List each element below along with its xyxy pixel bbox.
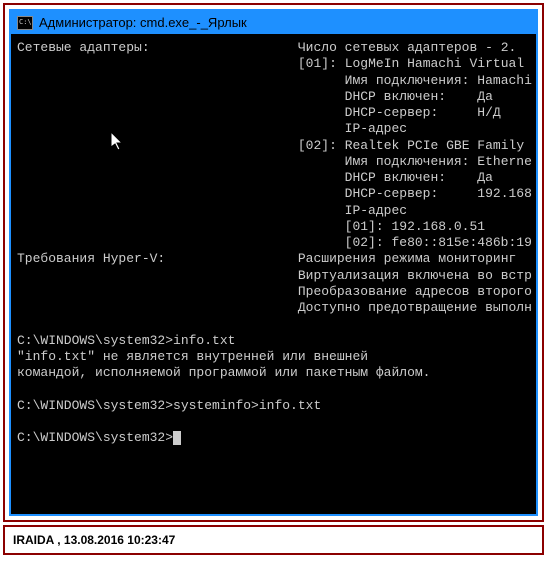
cmd-icon <box>17 16 33 30</box>
terminal-text: Сетевые адаптеры: Число сетевых адаптеро… <box>17 40 532 446</box>
titlebar[interactable]: Администратор: cmd.exe_-_Ярлык <box>11 11 536 34</box>
caption-footer: IRAIDA , 13.08.2016 10:23:47 <box>3 525 544 555</box>
cursor-caret <box>173 431 181 445</box>
cmd-window: Администратор: cmd.exe_-_Ярлык Сетевые а… <box>9 9 538 516</box>
screenshot-frame: Администратор: cmd.exe_-_Ярлык Сетевые а… <box>3 3 544 522</box>
caption-text: IRAIDA , 13.08.2016 10:23:47 <box>13 533 175 547</box>
terminal-output[interactable]: Сетевые адаптеры: Число сетевых адаптеро… <box>11 34 536 514</box>
window-title: Администратор: cmd.exe_-_Ярлык <box>39 15 247 30</box>
